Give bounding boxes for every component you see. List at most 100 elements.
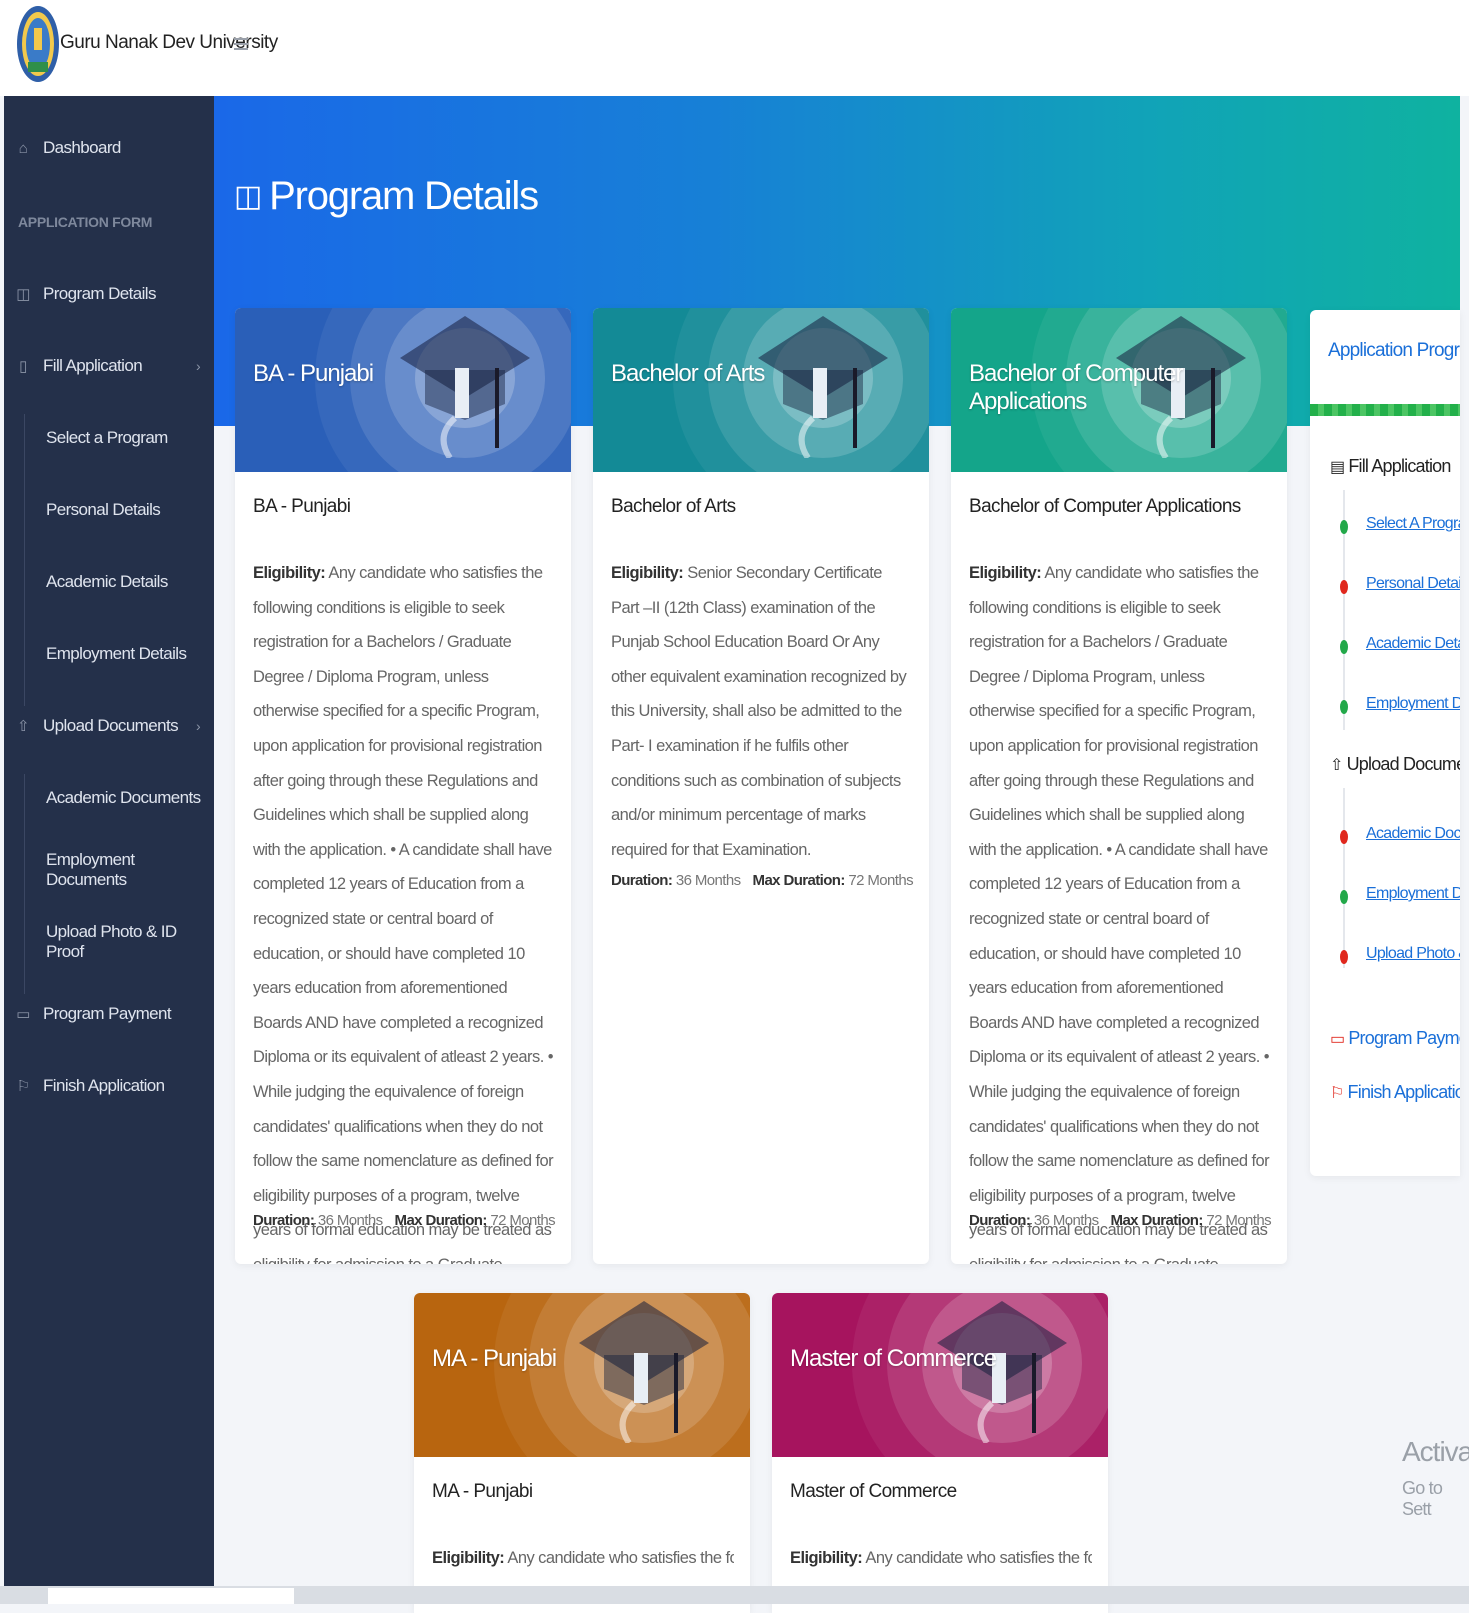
eligibility-value: Any candidate who satisfies the followin… [865,1549,1092,1567]
progress-title: Application Progress I [1328,340,1460,361]
program-card-title: Master of Commerce [790,1345,997,1372]
book-icon: ◫ [234,180,262,213]
sidebar-item-academic-details[interactable]: Academic Details [46,562,168,602]
sidebar-item-select-program[interactable]: Select a Program [46,418,168,458]
taskbar-search[interactable] [48,1588,294,1604]
eligibility-label: Eligibility: [790,1549,863,1567]
upload-icon: ⇧ [17,718,30,735]
sidebar-item-personal-details[interactable]: Personal Details [46,490,161,530]
credit-card-icon: ▭ [16,1006,30,1023]
progress-section-label: Finish Application [1347,1082,1460,1102]
program-name: MA - Punjabi [432,1481,533,1502]
program-name: Bachelor of Arts [611,496,736,517]
duration-value: 36 Months [675,872,741,889]
credit-card-icon: ▭ [1330,1030,1345,1048]
eligibility-value: Any candidate who satisfies the followin… [507,1549,734,1567]
max-duration-value: 72 Months [848,872,913,889]
card-footer: Duration: 36 Months Max Duration: 72 Mon… [611,872,914,889]
page-title-text: Program Details [269,174,539,218]
progress-section-label: Fill Application [1348,456,1451,476]
upload-icon: ⇧ [1330,756,1343,774]
progress-section-upload-documents: ⇧ Upload Documents [1330,754,1460,775]
progress-link-finish-application[interactable]: ⚐ Finish Application [1330,1082,1460,1103]
eligibility-label: Eligibility: [611,564,684,582]
progress-link-upload-photo[interactable]: Upload Photo & ID [1366,945,1460,963]
sidebar-item-employment-documents[interactable]: Employment Documents [46,850,214,890]
progress-timeline [1343,788,1345,968]
card-header-image: BA - Punjabi [235,308,571,472]
eligibility-label: Eligibility: [432,1549,505,1567]
eligibility-text: Eligibility: Senior Secondary Certificat… [611,556,913,867]
program-card-title: Bachelor of Arts [611,360,765,387]
eligibility-text: Eligibility: Any candidate who satisfies… [432,1541,734,1576]
progress-link-employment-details[interactable]: Employment Detail [1366,695,1460,713]
card-footer: Duration: 36 Months Max Duration: 72 Mon… [253,1212,556,1229]
program-name: Bachelor of Computer Applications [969,496,1241,517]
duration-label: Duration: [611,872,673,889]
os-taskbar [0,1586,1469,1604]
program-card[interactable]: MA - Punjabi MA - Punjabi Eligibility: A… [414,1293,750,1613]
program-card[interactable]: Master of Commerce Master of Commerce El… [772,1293,1108,1613]
eligibility-label: Eligibility: [969,564,1042,582]
sidebar-item-label: Finish Application [43,1076,165,1095]
eligibility-text: Eligibility: Any candidate who satisfies… [969,556,1271,1264]
sidebar-section-heading: APPLICATION FORM [18,214,153,230]
sidebar-item-upload-documents[interactable]: ⇧ Upload Documents › [4,706,214,746]
document-icon: ▤ [1330,458,1345,476]
sidebar-item-academic-documents[interactable]: Academic Documents [46,778,201,818]
card-header-image: MA - Punjabi [414,1293,750,1457]
sidebar-item-label: Dashboard [43,138,121,157]
status-dot [1340,520,1348,534]
sidebar-item-program-details[interactable]: ◫ Program Details [4,274,214,314]
eligibility-label: Eligibility: [253,564,326,582]
sidebar-sub-divider [24,774,25,994]
sidebar-item-label: Program Payment [43,1004,172,1023]
duration-label: Duration: [253,1212,315,1229]
program-card[interactable]: Bachelor of Computer Applications Bachel… [951,308,1287,1264]
progress-link-select-program[interactable]: Select A Program [1366,515,1460,533]
program-card[interactable]: BA - Punjabi BA - Punjabi Eligibility: A… [235,308,571,1264]
progress-section-label: Program Payment [1348,1028,1460,1048]
program-name: BA - Punjabi [253,496,351,517]
book-icon: ◫ [16,286,30,303]
sidebar-item-dashboard[interactable]: ⌂ Dashboard [4,128,214,168]
program-card[interactable]: Bachelor of Arts Bachelor of Arts Eligib… [593,308,929,1264]
program-name: Master of Commerce [790,1481,957,1502]
sidebar-item-fill-application[interactable]: ▯ Fill Application › [4,346,214,386]
sidebar: ⌂ Dashboard APPLICATION FORM ◫ Program D… [4,96,214,1586]
chevron-right-icon: › [195,358,201,374]
hamburger-icon[interactable] [234,38,248,52]
sidebar-item-employment-details[interactable]: Employment Details [46,634,187,674]
progress-link-program-payment[interactable]: ▭ Program Payment [1330,1028,1460,1049]
sidebar-item-label: Upload Documents [43,716,179,735]
sidebar-item-finish-application[interactable]: ⚐ Finish Application [4,1066,214,1106]
duration-value: 36 Months [1033,1212,1099,1229]
graduation-cap-icon [579,1301,709,1443]
eligibility-value: Any candidate who satisfies the followin… [253,564,554,1264]
status-dot [1340,950,1348,964]
top-bar: Guru Nanak Dev University [0,0,1469,96]
windows-activation-hint: Go to Sett [1402,1478,1443,1519]
progress-bar [1310,404,1460,416]
max-duration-label: Max Duration: [1110,1212,1204,1229]
progress-link-academic-details[interactable]: Academic Details [1366,635,1460,653]
status-dot [1340,580,1348,594]
progress-link-personal-details[interactable]: Personal Details [1366,575,1460,593]
duration-value: 36 Months [317,1212,383,1229]
flag-icon: ⚐ [1330,1084,1344,1102]
duration-label: Duration: [969,1212,1031,1229]
page-title: ◫ Program Details [234,174,539,219]
progress-link-employment-documents[interactable]: Employment Docu [1366,885,1460,903]
sidebar-item-upload-photo[interactable]: Upload Photo & ID Proof [46,922,214,962]
sidebar-item-program-payment[interactable]: ▭ Program Payment [4,994,214,1034]
flag-icon: ⚐ [16,1078,30,1095]
card-footer: Duration: 36 Months Max Duration: 72 Mon… [969,1212,1272,1229]
progress-link-academic-documents[interactable]: Academic Docume [1366,825,1460,843]
status-dot [1340,640,1348,654]
status-dot [1340,700,1348,714]
max-duration-value: 72 Months [490,1212,555,1229]
sidebar-item-label: Fill Application [43,356,143,375]
eligibility-value: Any candidate who satisfies the followin… [969,564,1270,1264]
eligibility-value: Senior Secondary Certificate Part –II (1… [611,564,907,859]
graduation-cap-icon [758,316,888,458]
